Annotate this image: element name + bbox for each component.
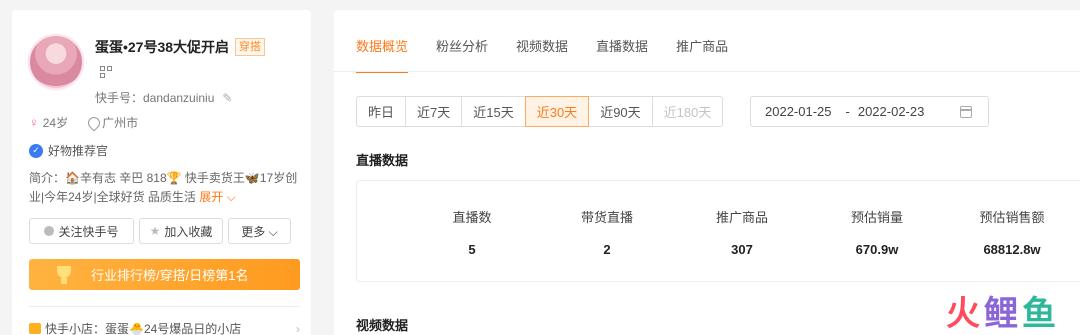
tab-underline — [334, 71, 1080, 72]
follow-icon — [44, 226, 55, 236]
kuaishou-id: 快手号：dandanzuiniu ✎ — [95, 89, 232, 106]
stat-label: 预估销售额 — [979, 210, 1045, 225]
profile-meta: ♀ 24岁 广州市 — [29, 114, 138, 131]
live-stats: 直播数 5 带货直播 2 推广商品 307 预估销量 670.9w 预估销售额 … — [356, 180, 1080, 282]
ranking-text: 行业排行榜/穿搭/日榜第1名 — [91, 268, 249, 283]
calendar-icon — [960, 106, 972, 118]
age-text: 24岁 — [42, 116, 69, 130]
range-7d[interactable]: 近7天 — [405, 96, 463, 127]
stat-label: 直播数 — [452, 210, 492, 225]
city-text: 广州市 — [102, 116, 139, 130]
stat-label: 预估销量 — [850, 210, 903, 225]
divider — [29, 306, 300, 307]
city-item: 广州市 — [88, 114, 138, 131]
kuaishou-id-text: 快手号：dandanzuiniu — [95, 91, 215, 105]
follow-label: 关注快手号 — [58, 224, 119, 239]
verified-badge: ✓ 好物推荐官 — [29, 142, 108, 159]
ranking-banner[interactable]: 行业排行榜/穿搭/日榜第1名 — [29, 259, 300, 290]
chevron-right-icon: › — [296, 321, 300, 335]
time-range-selector: 昨日 近7天 近15天 近30天 近90天 近180天 — [356, 96, 724, 127]
more-dropdown[interactable]: 更多 ⌵ — [228, 218, 291, 244]
watermark-logo: 火 鲤 鱼 — [946, 297, 1056, 331]
stat-value: 307 — [731, 242, 753, 257]
tab-overview[interactable]: 数据概览 — [356, 36, 409, 73]
profile-name: 蛋蛋•27号38大促开启 — [95, 39, 230, 55]
stat-label: 带货直播 — [580, 210, 633, 225]
age-item: ♀ 24岁 — [29, 114, 68, 131]
stat-value: 68812.8w — [983, 242, 1041, 257]
shop-icon — [29, 323, 41, 334]
stat-value: 670.9w — [855, 242, 899, 257]
range-90d[interactable]: 近90天 — [588, 96, 653, 127]
date-end: 2022-02-23 — [857, 104, 925, 119]
tab-live[interactable]: 直播数据 — [596, 36, 648, 73]
range-15d[interactable]: 近15天 — [461, 96, 526, 127]
profile-card: 蛋蛋•27号38大促开启 穿搭 快手号：dandanzuiniu ✎ ♀ 24岁… — [12, 10, 311, 335]
shop-text: 快手小店：蛋蛋🐣24号爆品日的小店 — [45, 322, 242, 335]
range-30d[interactable]: 近30天 — [524, 96, 590, 127]
watermark-char: 鲤 — [984, 295, 1018, 333]
profile-actions: 关注快手号 ★ 加入收藏 更多 ⌵ — [29, 218, 291, 244]
watermark-char: 鱼 — [1022, 295, 1056, 333]
date-separator: - — [845, 104, 850, 119]
follow-button[interactable]: 关注快手号 — [29, 218, 134, 244]
category-tag: 穿搭 — [235, 38, 266, 56]
verified-check-icon: ✓ — [29, 143, 43, 158]
trophy-icon — [51, 264, 77, 286]
tab-video[interactable]: 视频数据 — [516, 36, 568, 73]
tab-products[interactable]: 推广商品 — [676, 36, 728, 73]
qrcode-icon[interactable] — [100, 66, 112, 78]
stat-value: 2 — [603, 242, 611, 257]
collect-label: 加入收藏 — [164, 224, 213, 239]
bio-text: 简介：🏠辛有志 辛巴 818🏆 快手卖货王🦋17岁创业|今年24岁|全球好货 品… — [29, 171, 298, 204]
video-section-title: 视频数据 — [356, 318, 409, 333]
tab-bar: 数据概览 粉丝分析 视频数据 直播数据 推广商品 — [356, 36, 728, 73]
tab-fans[interactable]: 粉丝分析 — [436, 36, 488, 73]
data-panel: 数据概览 粉丝分析 视频数据 直播数据 推广商品 昨日 近7天 近15天 近30… — [334, 10, 1080, 335]
avatar[interactable] — [28, 34, 84, 90]
stat-value: 5 — [468, 242, 476, 257]
range-180d: 近180天 — [651, 96, 724, 127]
bio-expand-link[interactable]: 展开 ⌵ — [199, 190, 235, 204]
badge-text: 好物推荐官 — [48, 144, 109, 158]
watermark-char: 火 — [946, 295, 980, 333]
date-range-picker[interactable]: 2022-01-25 - 2022-02-23 — [750, 96, 989, 127]
edit-icon[interactable]: ✎ — [222, 91, 232, 105]
collect-button[interactable]: ★ 加入收藏 — [139, 218, 223, 244]
star-icon: ★ — [149, 224, 161, 238]
stat-label: 推广商品 — [715, 210, 768, 225]
female-icon: ♀ — [29, 115, 39, 130]
profile-bio: 简介：🏠辛有志 辛巴 818🏆 快手卖货王🦋17岁创业|今年24岁|全球好货 品… — [29, 169, 301, 207]
live-section-title: 直播数据 — [356, 153, 409, 168]
range-yesterday[interactable]: 昨日 — [356, 96, 407, 127]
shop-link[interactable]: 快手小店：蛋蛋🐣24号爆品日的小店 › — [29, 320, 300, 335]
location-pin-icon — [88, 117, 98, 129]
date-start: 2022-01-25 — [765, 104, 832, 119]
more-label: 更多 ⌵ — [241, 224, 278, 239]
profile-name-row: 蛋蛋•27号38大促开启 穿搭 — [95, 37, 266, 57]
